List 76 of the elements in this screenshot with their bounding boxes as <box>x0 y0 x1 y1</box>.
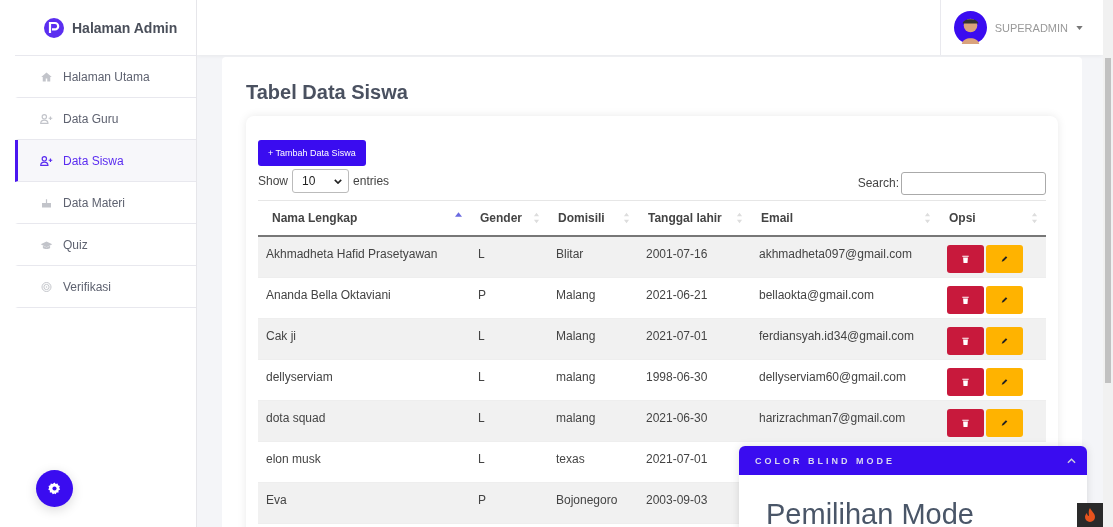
scrollbar[interactable] <box>1103 0 1113 527</box>
table-cell: L <box>470 441 548 482</box>
table-cell: Malang <box>548 318 638 359</box>
trash-icon <box>962 255 969 263</box>
search-label: Search: <box>857 176 899 190</box>
table-cell: bellaokta@gmail.com <box>759 287 874 302</box>
table-cell: 2021-06-21 <box>638 277 751 318</box>
page-title: Tabel Data Siswa <box>246 81 409 104</box>
flame-button[interactable] <box>1077 503 1103 527</box>
entries-select[interactable]: 10 <box>292 169 350 193</box>
table-cell: dellyserviam <box>258 359 470 400</box>
table-cell: Blitar <box>548 236 638 277</box>
chevron-down-icon <box>334 178 343 184</box>
flame-icon <box>1084 508 1096 522</box>
settings-button[interactable] <box>36 470 73 507</box>
panel-title: COLOR BLIND MODE <box>755 455 895 466</box>
brand-title: Halaman Admin <box>72 19 178 36</box>
show-label: Show <box>258 174 289 188</box>
table-cell: 2021-07-01 <box>638 318 751 359</box>
logo-icon <box>44 17 64 38</box>
sidebar-item[interactable]: Data Siswa <box>15 140 196 182</box>
pencil-icon <box>1001 418 1008 427</box>
table-cell: elon musk <box>258 441 470 482</box>
table-cell: Malang <box>548 277 638 318</box>
table-cell: L <box>470 400 548 441</box>
table-cell: L <box>470 236 548 277</box>
panel-header[interactable]: COLOR BLIND MODE <box>739 446 1087 475</box>
sidebar-item[interactable]: Quiz <box>15 224 196 266</box>
table-cell: malang <box>548 400 638 441</box>
sidebar-item[interactable]: Halaman Utama <box>15 56 196 98</box>
table-cell: 1998-06-30 <box>638 359 751 400</box>
sidebar-item[interactable]: Verifikasi <box>15 266 196 308</box>
table-cell: P <box>470 482 548 523</box>
scrollbar-thumb[interactable] <box>1105 58 1111 383</box>
table-cell: ferdiansyah.id34@gmail.com <box>759 328 914 343</box>
table-cell: Akhmadheta Hafid Prasetyawan <box>258 236 470 277</box>
table-cell: harizrachman7@gmail.com <box>759 410 906 425</box>
panel-heading: Pemilihan Mode <box>766 498 974 527</box>
caret-icon <box>1076 25 1083 30</box>
entries-label: entries <box>353 174 390 188</box>
user-plus-icon <box>40 154 53 167</box>
add-student-button[interactable]: + Tambah Data Siswa <box>258 140 366 166</box>
table-cell: L <box>470 359 548 400</box>
table-cell: dellyserviam60@gmail.com <box>759 369 906 384</box>
search-field[interactable] <box>901 171 1046 195</box>
table-cell: Ananda Bella Oktaviani <box>258 277 470 318</box>
pencil-icon <box>1001 255 1008 263</box>
graduation-cap-icon <box>40 238 53 251</box>
table-cell: 2001-07-16 <box>638 236 751 277</box>
trash-icon <box>962 295 969 304</box>
delete-button[interactable] <box>947 285 984 314</box>
sidebar-item[interactable]: Data Materi <box>15 182 196 224</box>
table-cell: Eva <box>258 482 470 523</box>
home-icon <box>40 70 53 83</box>
pencil-icon <box>1001 336 1008 345</box>
table-cell: Cak ji <box>258 318 470 359</box>
trash-icon <box>962 418 969 427</box>
trash-icon <box>962 377 969 386</box>
table-cell: texas <box>548 441 638 482</box>
user-plus-icon <box>40 112 53 125</box>
pencil-icon <box>1001 295 1008 304</box>
pencil-icon <box>1001 377 1008 386</box>
avatar-icon <box>953 11 987 44</box>
table-cell: L <box>470 318 548 359</box>
delete-button[interactable] <box>947 367 984 396</box>
table-cell: dota squad <box>258 400 470 441</box>
trash-icon <box>962 336 969 345</box>
delete-button[interactable] <box>947 326 984 355</box>
delete-button[interactable] <box>947 245 984 273</box>
settings-icon <box>47 481 62 496</box>
delete-button[interactable] <box>947 408 984 437</box>
table-cell: akhmadheta097@gmail.com <box>759 247 912 261</box>
table-cell: malang <box>548 359 638 400</box>
table-cell: 2021-06-30 <box>638 400 751 441</box>
table-cell: Bojonegoro <box>548 482 638 523</box>
table-cell: P <box>470 277 548 318</box>
